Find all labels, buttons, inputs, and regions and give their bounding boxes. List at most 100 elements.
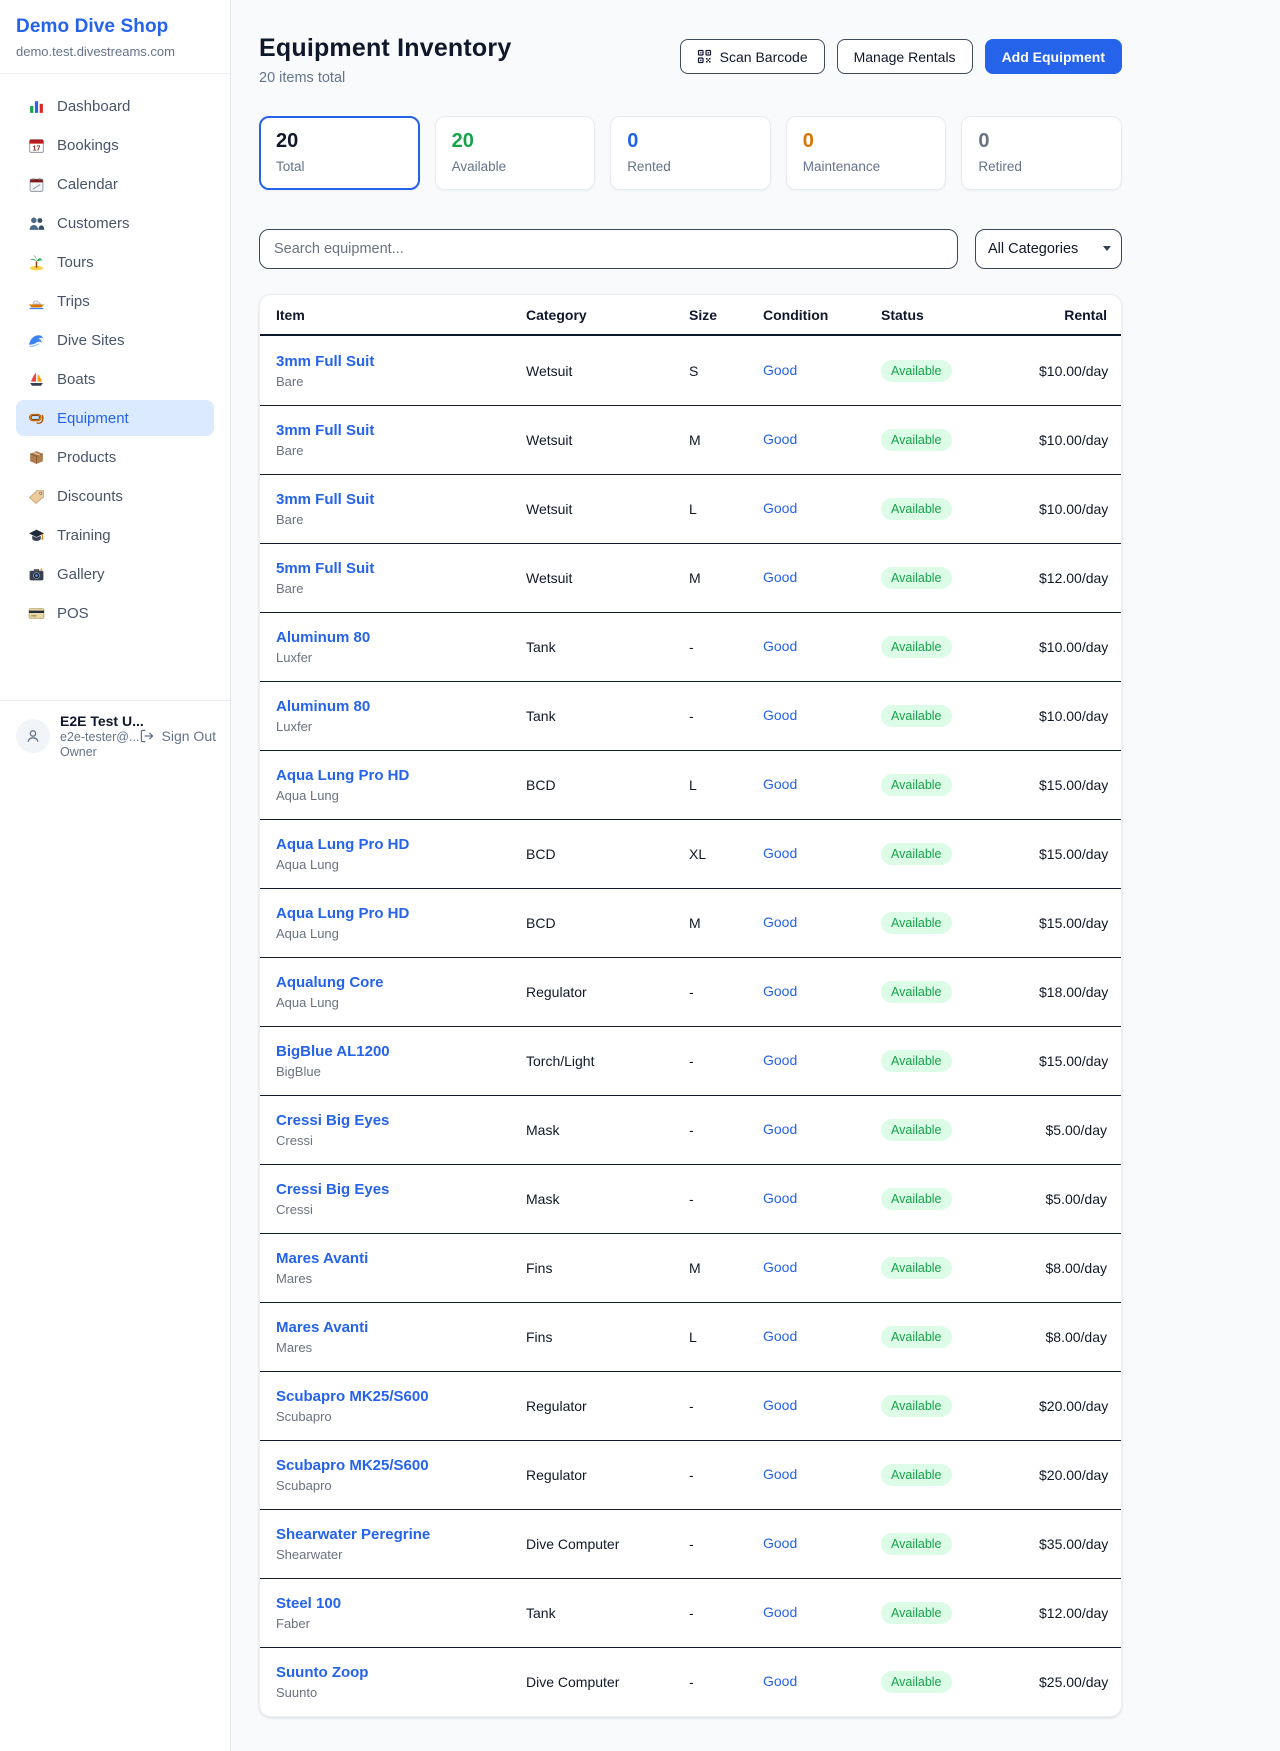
sidebar-item-label: Training (57, 527, 111, 544)
item-name-link[interactable]: Cressi Big Eyes (276, 1181, 526, 1198)
item-name-link[interactable]: Scubapro MK25/S600 (276, 1457, 526, 1474)
stat-card-rented[interactable]: 0 Rented (610, 116, 771, 190)
sidebar-item-boats[interactable]: Boats (16, 361, 214, 397)
search-input[interactable] (259, 229, 958, 269)
sidebar-item-training[interactable]: Training (16, 517, 214, 553)
main-content: Equipment Inventory 20 items total Scan … (231, 0, 1280, 1751)
sidebar-item-equipment[interactable]: Equipment (16, 400, 214, 436)
item-name-link[interactable]: Aluminum 80 (276, 698, 526, 715)
item-name-link[interactable]: Shearwater Peregrine (276, 1526, 526, 1543)
item-name-link[interactable]: Suunto Zoop (276, 1664, 526, 1681)
condition-link[interactable]: Good (763, 1466, 797, 1482)
item-name-link[interactable]: Aqua Lung Pro HD (276, 767, 526, 784)
add-equipment-button[interactable]: Add Equipment (985, 39, 1122, 74)
item-name-link[interactable]: 3mm Full Suit (276, 353, 526, 370)
item-size: - (689, 708, 763, 724)
condition-link[interactable]: Good (763, 569, 797, 585)
status-badge: Available (881, 567, 952, 589)
trips-icon (28, 293, 45, 310)
condition-link[interactable]: Good (763, 983, 797, 999)
stat-card-total[interactable]: 20 Total (259, 116, 420, 190)
item-name-link[interactable]: Scubapro MK25/S600 (276, 1388, 526, 1405)
condition-link[interactable]: Good (763, 914, 797, 930)
item-size: - (689, 639, 763, 655)
condition-link[interactable]: Good (763, 776, 797, 792)
table-row: Mares Avanti Mares Fins M Good Available… (260, 1233, 1121, 1302)
status-badge: Available (881, 1257, 952, 1279)
col-header-category: Category (526, 307, 689, 323)
manage-rentals-button[interactable]: Manage Rentals (837, 39, 973, 74)
condition-link[interactable]: Good (763, 1259, 797, 1275)
category-select[interactable]: All Categories (975, 229, 1122, 269)
condition-link[interactable]: Good (763, 1604, 797, 1620)
table-row: Aqua Lung Pro HD Aqua Lung BCD L Good Av… (260, 750, 1121, 819)
table-row: 3mm Full Suit Bare Wetsuit S Good Availa… (260, 336, 1121, 405)
condition-link[interactable]: Good (763, 431, 797, 447)
table-row: Shearwater Peregrine Shearwater Dive Com… (260, 1509, 1121, 1578)
sidebar-item-label: Calendar (57, 176, 118, 193)
sidebar-item-discounts[interactable]: Discounts (16, 478, 214, 514)
sidebar-item-gallery[interactable]: Gallery (16, 556, 214, 592)
item-brand: Luxfer (276, 650, 526, 665)
item-name-link[interactable]: BigBlue AL1200 (276, 1043, 526, 1060)
item-name-link[interactable]: Mares Avanti (276, 1319, 526, 1336)
item-name-link[interactable]: Aqualung Core (276, 974, 526, 991)
sidebar-item-tours[interactable]: Tours (16, 244, 214, 280)
item-name-link[interactable]: Aluminum 80 (276, 629, 526, 646)
sidebar-item-dive-sites[interactable]: Dive Sites (16, 322, 214, 358)
stat-label: Rented (627, 159, 754, 174)
stat-label: Available (452, 159, 579, 174)
item-name-link[interactable]: 3mm Full Suit (276, 422, 526, 439)
stat-card-available[interactable]: 20 Available (435, 116, 596, 190)
status-badge: Available (881, 1188, 952, 1210)
sidebar-item-products[interactable]: Products (16, 439, 214, 475)
condition-link[interactable]: Good (763, 1328, 797, 1344)
rental-rate: $10.00/day (1039, 708, 1108, 724)
sign-out-button[interactable]: Sign Out (139, 728, 216, 745)
sidebar-item-trips[interactable]: Trips (16, 283, 214, 319)
brand-name: Demo Dive Shop (16, 16, 214, 38)
item-size: M (689, 915, 763, 931)
sidebar-item-bookings[interactable]: 17 Bookings (16, 127, 214, 163)
condition-link[interactable]: Good (763, 1673, 797, 1689)
table-row: Aqua Lung Pro HD Aqua Lung BCD XL Good A… (260, 819, 1121, 888)
item-name-link[interactable]: 3mm Full Suit (276, 491, 526, 508)
scan-barcode-button[interactable]: Scan Barcode (680, 39, 825, 74)
item-name-link[interactable]: 5mm Full Suit (276, 560, 526, 577)
sidebar-item-label: Trips (57, 293, 90, 310)
status-badge: Available (881, 1119, 952, 1141)
item-size: - (689, 1605, 763, 1621)
condition-link[interactable]: Good (763, 500, 797, 516)
condition-link[interactable]: Good (763, 638, 797, 654)
item-name-link[interactable]: Steel 100 (276, 1595, 526, 1612)
condition-link[interactable]: Good (763, 1190, 797, 1206)
status-badge: Available (881, 981, 952, 1003)
item-category: Regulator (526, 1398, 689, 1414)
sidebar-item-customers[interactable]: Customers (16, 205, 214, 241)
table-body: 3mm Full Suit Bare Wetsuit S Good Availa… (260, 336, 1121, 1716)
sidebar-item-dashboard[interactable]: Dashboard (16, 88, 214, 124)
sidebar-item-label: Tours (57, 254, 94, 271)
status-badge: Available (881, 429, 952, 451)
sidebar-item-pos[interactable]: POS (16, 595, 214, 631)
rental-rate: $15.00/day (1039, 1053, 1108, 1069)
item-name-link[interactable]: Mares Avanti (276, 1250, 526, 1267)
sidebar-item-calendar[interactable]: Calendar (16, 166, 214, 202)
condition-link[interactable]: Good (763, 362, 797, 378)
stat-label: Maintenance (803, 159, 930, 174)
item-name-link[interactable]: Cressi Big Eyes (276, 1112, 526, 1129)
stat-card-maintenance[interactable]: 0 Maintenance (786, 116, 947, 190)
condition-link[interactable]: Good (763, 1397, 797, 1413)
condition-link[interactable]: Good (763, 845, 797, 861)
condition-link[interactable]: Good (763, 707, 797, 723)
rental-rate: $35.00/day (1039, 1536, 1108, 1552)
item-name-link[interactable]: Aqua Lung Pro HD (276, 905, 526, 922)
item-name-link[interactable]: Aqua Lung Pro HD (276, 836, 526, 853)
condition-link[interactable]: Good (763, 1535, 797, 1551)
stat-card-retired[interactable]: 0 Retired (961, 116, 1122, 190)
condition-link[interactable]: Good (763, 1121, 797, 1137)
condition-link[interactable]: Good (763, 1052, 797, 1068)
item-size: - (689, 1467, 763, 1483)
item-category: Wetsuit (526, 432, 689, 448)
bookings-icon: 17 (28, 137, 45, 154)
